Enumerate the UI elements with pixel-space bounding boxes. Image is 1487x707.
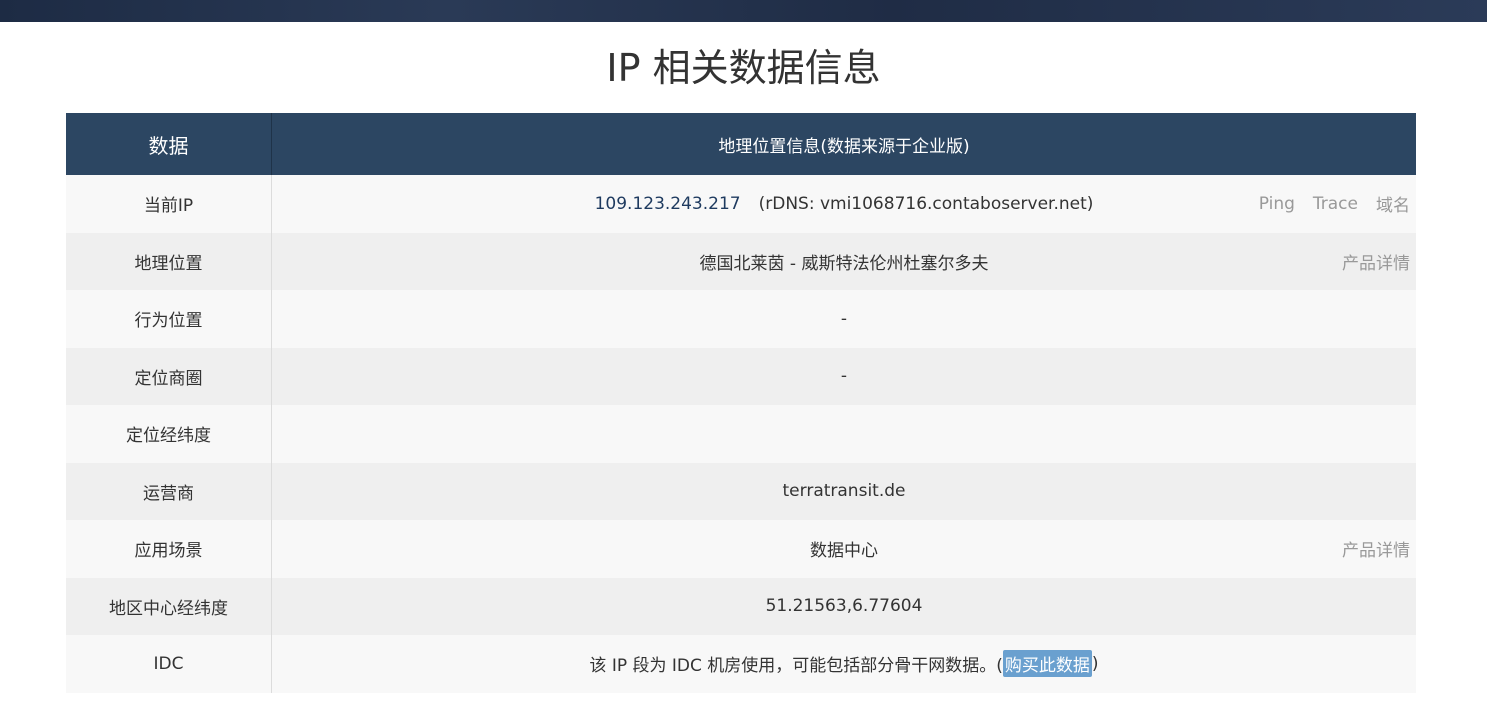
table-row-center: 地区中心经纬度 51.21563,6.77604	[66, 577, 1416, 635]
table-row-geo: 地理位置 德国北莱茵 - 威斯特法伦州杜塞尔多夫 产品详情	[66, 232, 1416, 290]
table-row-latlng: 定位经纬度	[66, 405, 1416, 463]
page-title: IP 相关数据信息	[606, 46, 881, 90]
row-label: IDC	[66, 635, 272, 693]
row-value-cell	[271, 405, 1416, 463]
header-key: 数据	[66, 113, 272, 175]
center-value: 51.21563,6.77604	[765, 596, 923, 617]
table-row-current-ip: 当前IP 109.123.243.217 (rDNS: vmi1068716.c…	[66, 175, 1416, 233]
table-row-district: 定位商圈 -	[66, 347, 1416, 405]
row-label: 地区中心经纬度	[66, 577, 272, 635]
scene-value: 数据中心	[810, 541, 878, 562]
row-label: 当前IP	[66, 175, 272, 233]
ip-info-table: 数据 地理位置信息(数据来源于企业版) 当前IP 109.123.243.217…	[66, 113, 1416, 693]
table-row-scene: 应用场景 数据中心 产品详情	[66, 520, 1416, 578]
row-value-cell: 数据中心 产品详情	[271, 520, 1416, 578]
ping-link[interactable]: Ping	[1259, 194, 1295, 214]
geo-value: 德国北莱茵 - 威斯特法伦州杜塞尔多夫	[699, 253, 989, 274]
isp-value: terratransit.de	[782, 481, 906, 502]
row-label: 应用场景	[66, 520, 272, 578]
row-value-cell: 德国北莱茵 - 威斯特法伦州杜塞尔多夫 产品详情	[271, 232, 1416, 290]
row-value-cell: 该 IP 段为 IDC 机房使用，可能包括部分骨干网数据。( 购买此数据 )	[271, 635, 1416, 693]
row-value-cell: 109.123.243.217 (rDNS: vmi1068716.contab…	[271, 175, 1416, 233]
district-value: -	[840, 366, 848, 387]
table-header-row: 数据 地理位置信息(数据来源于企业版)	[66, 113, 1416, 175]
top-banner	[0, 0, 1487, 22]
row-value-cell: terratransit.de	[271, 462, 1416, 520]
row-label: 定位商圈	[66, 347, 272, 405]
table-row-idc: IDC 该 IP 段为 IDC 机房使用，可能包括部分骨干网数据。( 购买此数据…	[66, 635, 1416, 693]
row-label: 地理位置	[66, 232, 272, 290]
row-label: 行为位置	[66, 290, 272, 348]
behavior-value: -	[840, 308, 848, 329]
row-label: 运营商	[66, 462, 272, 520]
header-value: 地理位置信息(数据来源于企业版)	[271, 113, 1416, 175]
table-row-behavior: 行为位置 -	[66, 290, 1416, 348]
ip-address-link[interactable]: 109.123.243.217	[595, 194, 741, 214]
idc-text-end: )	[1091, 653, 1099, 674]
row-value-cell: 51.21563,6.77604	[271, 577, 1416, 635]
trace-link[interactable]: Trace	[1313, 194, 1358, 214]
product-detail-link[interactable]: 产品详情	[1342, 249, 1410, 274]
rdns-text: (rDNS: vmi1068716.contaboserver.net)	[758, 193, 1094, 214]
table-row-isp: 运营商 terratransit.de	[66, 462, 1416, 520]
row-value-cell: -	[271, 290, 1416, 348]
idc-text: 该 IP 段为 IDC 机房使用，可能包括部分骨干网数据。(	[589, 656, 1003, 677]
row-value-cell: -	[271, 347, 1416, 405]
buy-data-link[interactable]: 购买此数据	[1002, 650, 1092, 678]
row-label: 定位经纬度	[66, 405, 272, 463]
domain-link[interactable]: 域名	[1376, 191, 1410, 216]
product-detail-link[interactable]: 产品详情	[1342, 536, 1410, 561]
